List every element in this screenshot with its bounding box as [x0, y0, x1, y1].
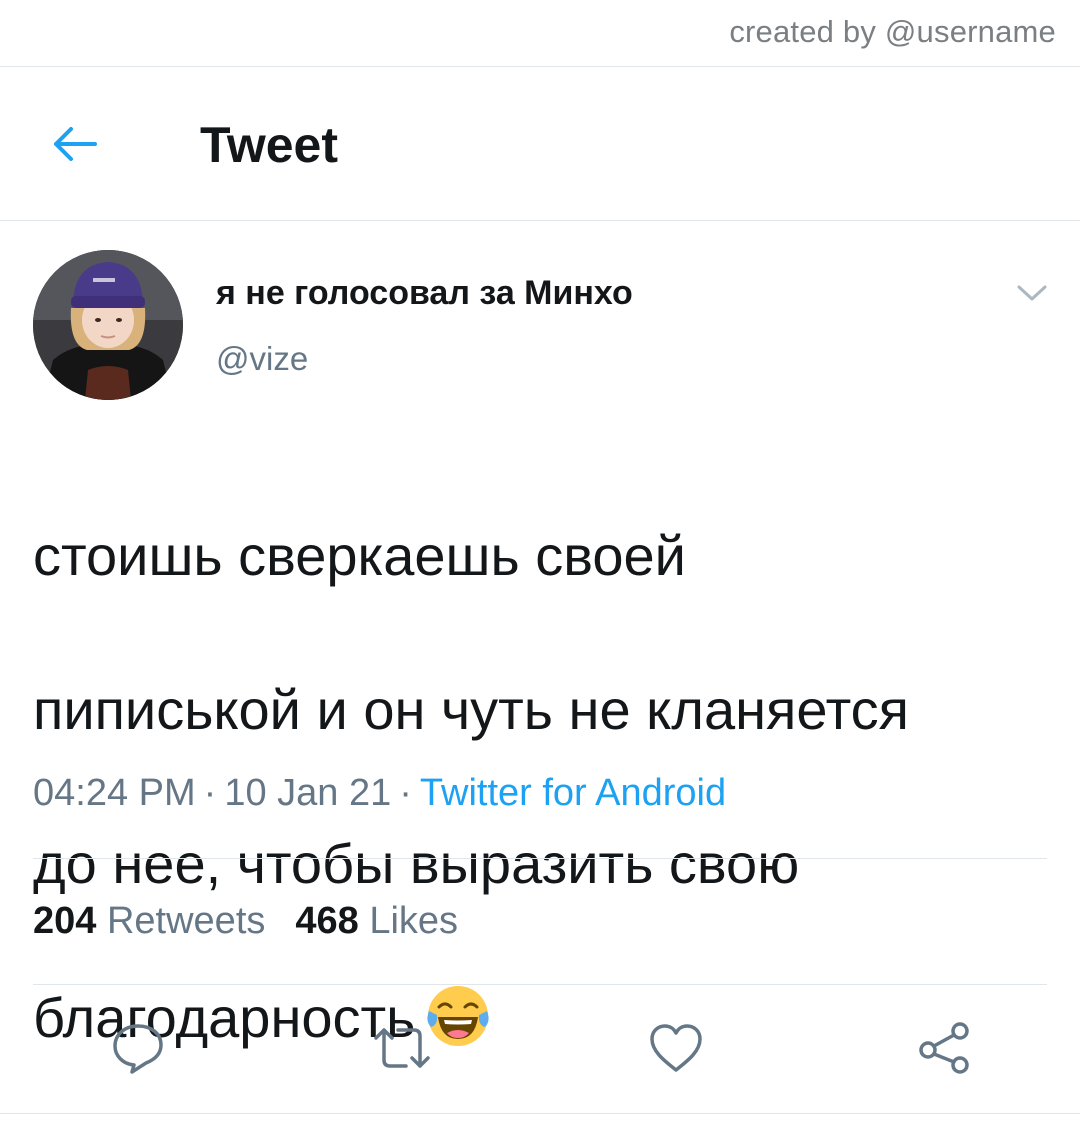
share-button[interactable] — [914, 1018, 974, 1078]
page-title: Tweet — [200, 117, 338, 173]
arrow-left-icon — [54, 127, 97, 161]
like-icon — [650, 1024, 702, 1072]
retweet-icon — [374, 1028, 430, 1068]
tweet-meta: 04:24 PM · 10 Jan 21 · Twitter for Android — [33, 772, 726, 815]
tweet-stats: 204 Retweets 468 Likes — [33, 900, 488, 943]
author-display-name[interactable]: я не голосовал за Минхо — [216, 274, 633, 313]
author-handle[interactable]: @vize — [216, 340, 308, 378]
stats-divider — [33, 984, 1047, 985]
likes-stat[interactable]: 468 Likes — [295, 900, 458, 943]
meta-separator: · — [399, 772, 412, 814]
more-options-button[interactable] — [1012, 276, 1052, 310]
header-divider — [0, 220, 1080, 221]
tweet-line: до нее, чтобы выразить свою — [33, 832, 800, 895]
tweet-line: стоишь сверкаешь своей — [33, 524, 686, 587]
retweets-label: Retweets — [106, 900, 266, 942]
reply-button[interactable] — [108, 1018, 168, 1078]
likes-count: 468 — [295, 900, 359, 942]
header: Tweet — [0, 68, 1080, 220]
reply-icon — [113, 1024, 163, 1074]
bottom-divider — [0, 1113, 1080, 1114]
tweet-date: 10 Jan 21 — [224, 772, 392, 814]
retweets-count: 204 — [33, 900, 97, 942]
meta-separator: · — [203, 772, 217, 814]
likes-label: Likes — [369, 900, 459, 942]
like-button[interactable] — [646, 1018, 706, 1078]
chevron-down-icon — [1017, 285, 1047, 301]
watermark: created by @username — [729, 14, 1056, 49]
tweet-time: 04:24 PM — [33, 772, 196, 814]
tweet-line: пиписькой и он чуть не кланяется — [33, 678, 909, 741]
top-divider — [0, 66, 1080, 67]
tweet-source-link[interactable]: Twitter for Android — [420, 772, 726, 814]
share-icon — [919, 1022, 969, 1074]
retweets-stat[interactable]: 204 Retweets — [33, 900, 265, 943]
retweet-button[interactable] — [372, 1018, 432, 1078]
avatar[interactable] — [33, 250, 183, 400]
action-bar — [0, 1018, 1080, 1078]
meta-divider — [33, 858, 1047, 859]
back-button[interactable] — [42, 112, 106, 176]
avatar-image — [33, 250, 183, 400]
